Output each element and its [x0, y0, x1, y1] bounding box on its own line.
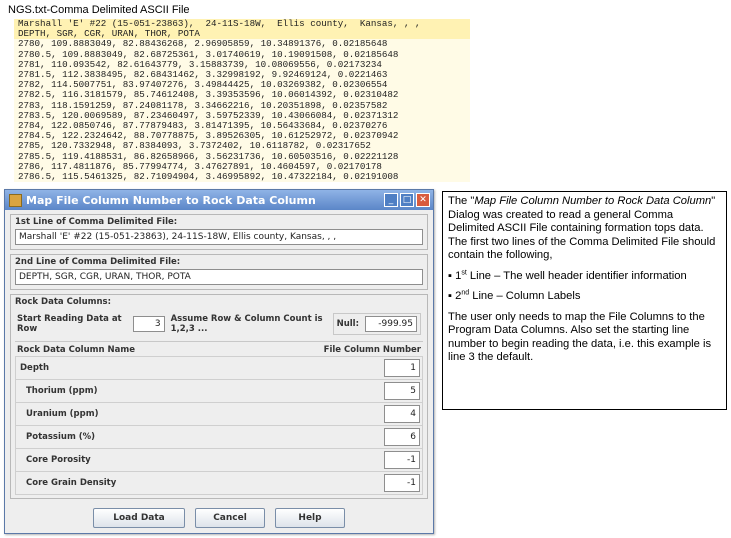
- null-value-field[interactable]: -999.95: [365, 316, 417, 332]
- minimize-button[interactable]: _: [384, 193, 398, 207]
- ascii-line: 2786.5, 115.5461325, 82.71094904, 3.4699…: [18, 171, 399, 182]
- description-intro: The "Map File Column Number to Rock Data…: [448, 195, 721, 263]
- map-row-core-porosity: Core Porosity -1: [15, 448, 423, 472]
- depth-column-field[interactable]: 1: [384, 359, 420, 377]
- intro-text: The ": [448, 195, 475, 207]
- map-row-uranium: Uranium (ppm) 4: [15, 402, 423, 426]
- second-line-group: 2nd Line of Comma Delimited File: DEPTH,…: [10, 254, 428, 290]
- button-bar: Load Data Cancel Help: [5, 508, 433, 528]
- help-button[interactable]: Help: [275, 508, 345, 528]
- bullet-text: Line – The well header identifier inform…: [466, 269, 687, 282]
- bullet-text: Line – Column Labels: [469, 290, 581, 302]
- ascii-file-content: Marshall 'E' #22 (15-051-23863), 24-11S-…: [14, 19, 470, 182]
- assume-count-label: Assume Row & Column Count is 1,2,3 ...: [170, 314, 323, 334]
- map-row-label: Potassium (%): [26, 432, 96, 442]
- maximize-button[interactable]: □: [400, 193, 414, 207]
- dialog-titlebar[interactable]: Map File Column Number to Rock Data Colu…: [5, 190, 433, 210]
- bullet-second-line: ▪ 2nd Line – Column Labels: [448, 289, 581, 302]
- start-row-field[interactable]: 3: [132, 316, 165, 332]
- second-line-field[interactable]: DEPTH, SGR, CGR, URAN, THOR, POTA: [15, 269, 423, 285]
- map-row-depth: Depth 1: [15, 356, 423, 380]
- map-row-label: Core Grain Density: [26, 478, 117, 488]
- close-button[interactable]: ✕: [416, 193, 430, 207]
- core-grain-density-column-field[interactable]: -1: [384, 474, 420, 492]
- app-icon: [9, 193, 22, 207]
- description-panel: The "Map File Column Number to Rock Data…: [442, 191, 727, 410]
- description-instructions: The user only needs to map the File Colu…: [448, 310, 712, 364]
- map-row-core-grain-density: Core Grain Density -1: [15, 471, 423, 495]
- file-title: NGS.txt-Comma Delimited ASCII File: [8, 4, 190, 16]
- first-line-group: 1st Line of Comma Delimited File: Marsha…: [10, 214, 428, 250]
- dialog-title: Map File Column Number to Rock Data Colu…: [26, 193, 316, 207]
- load-data-button[interactable]: Load Data: [93, 508, 185, 528]
- column-header: Rock Data Column Name File Column Number: [15, 341, 423, 357]
- column-name-header: Rock Data Column Name: [17, 345, 135, 355]
- dialog-name-text: Map File Column Number to Rock Data Colu…: [474, 195, 712, 207]
- bullet-first-line: ▪ 1st Line – The well header identifier …: [448, 268, 687, 282]
- core-porosity-column-field[interactable]: -1: [384, 451, 420, 469]
- second-line-label: 2nd Line of Comma Delimited File:: [15, 257, 181, 267]
- map-row-label: Uranium (ppm): [26, 409, 99, 419]
- map-row-label: Thorium (ppm): [26, 386, 98, 396]
- map-columns-dialog: Map File Column Number to Rock Data Colu…: [4, 189, 434, 534]
- first-line-field[interactable]: Marshall 'E' #22 (15-051-23863), 24-11S-…: [15, 229, 423, 245]
- file-column-header: File Column Number: [323, 345, 421, 355]
- map-row-label: Core Porosity: [26, 455, 91, 465]
- start-row-line: Start Reading Data at Row 3 Assume Row &…: [15, 309, 423, 339]
- cancel-button[interactable]: Cancel: [195, 508, 265, 528]
- ordinal-suffix: nd: [461, 289, 470, 297]
- rock-data-columns-group: Rock Data Columns: Start Reading Data at…: [10, 294, 428, 499]
- uranium-column-field[interactable]: 4: [384, 405, 420, 423]
- potassium-column-field[interactable]: 6: [384, 428, 420, 446]
- null-box: Null: -999.95: [332, 313, 421, 335]
- start-row-label: Start Reading Data at Row: [17, 314, 122, 334]
- first-line-label: 1st Line of Comma Delimited File:: [15, 217, 178, 227]
- null-label: Null:: [336, 319, 359, 329]
- map-row-label: Depth: [20, 363, 50, 373]
- thorium-column-field[interactable]: 5: [384, 382, 420, 400]
- map-row-thorium: Thorium (ppm) 5: [15, 379, 423, 403]
- map-row-potassium: Potassium (%) 6: [15, 425, 423, 449]
- rock-data-columns-label: Rock Data Columns:: [15, 297, 111, 307]
